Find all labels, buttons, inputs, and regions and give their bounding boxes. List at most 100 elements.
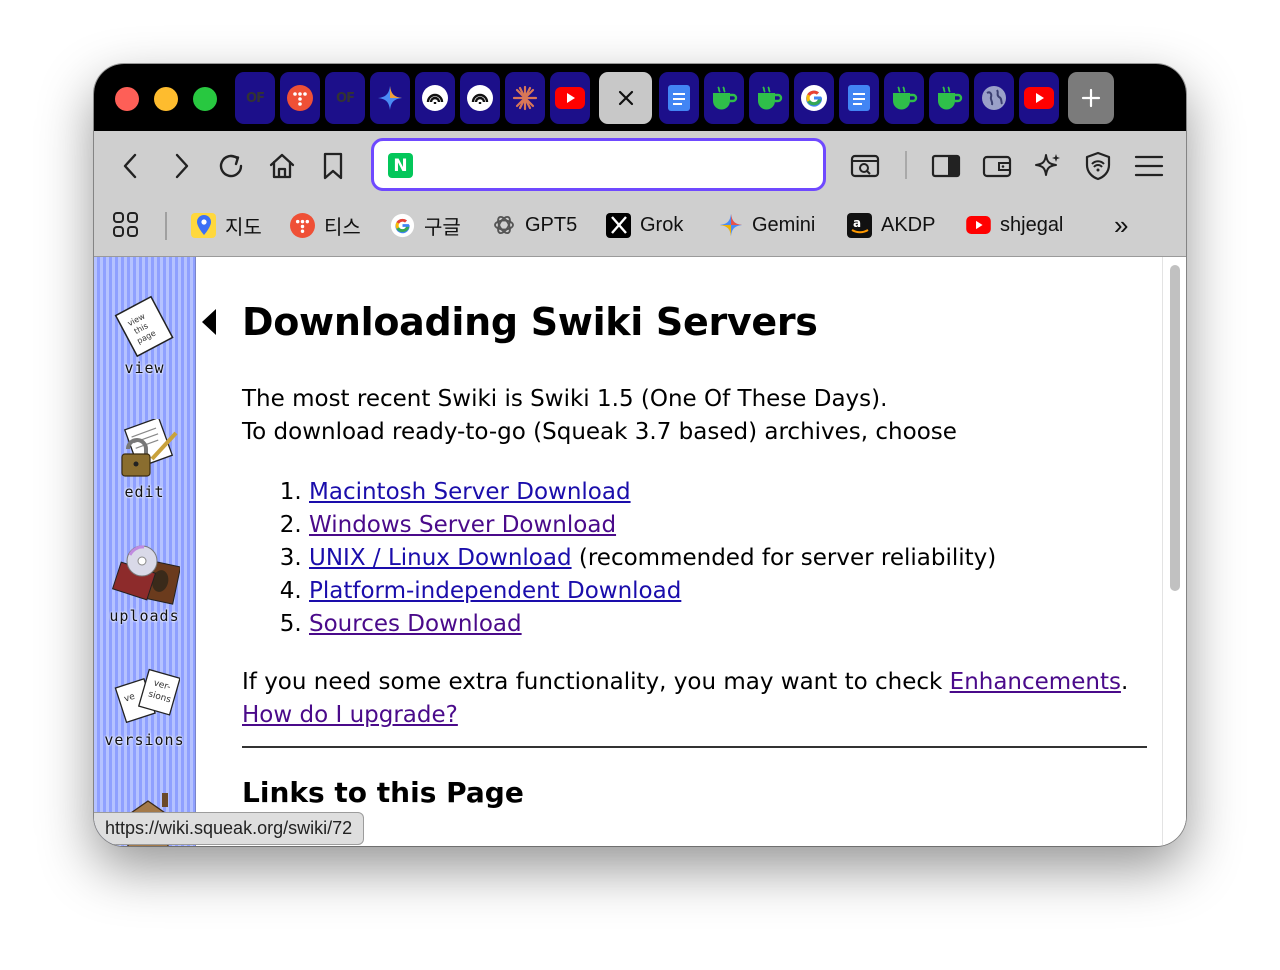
edit-lock-icon — [110, 416, 180, 481]
unix-linux-download-link[interactable]: UNIX / Linux Download — [309, 545, 572, 571]
tab-cup-3[interactable] — [884, 72, 924, 124]
tab-gemini[interactable] — [370, 72, 410, 124]
sidebar-icon — [931, 154, 961, 178]
tab-google[interactable] — [794, 72, 834, 124]
scrollbar-thumb[interactable] — [1170, 265, 1180, 591]
apps-grid-icon — [113, 212, 138, 237]
tistory-icon — [287, 85, 313, 111]
tab-perplexity[interactable] — [415, 72, 455, 124]
new-tab-button[interactable] — [1068, 72, 1114, 124]
swiki-sidebar: view this page view edit uploads ve ver-sio… — [94, 257, 196, 846]
bookmark-gpt5[interactable]: GPT5 — [491, 211, 577, 239]
list-item: Windows Server Download — [309, 509, 996, 542]
sidebar-item-uploads[interactable]: uploads — [94, 543, 195, 625]
url-input[interactable] — [426, 149, 810, 183]
tab-docs-2[interactable] — [839, 72, 879, 124]
chevron-right-icon — [175, 153, 189, 179]
tab-claude[interactable] — [505, 72, 545, 124]
tab-perplexity-2[interactable] — [460, 72, 500, 124]
reader-search-button[interactable] — [849, 150, 881, 182]
map-pin-icon — [191, 212, 216, 238]
toolbar-separator — [905, 151, 907, 179]
forward-button[interactable] — [165, 150, 197, 182]
sidebar-item-view[interactable]: view this page view — [94, 295, 195, 377]
shield-icon — [1085, 151, 1111, 181]
windows-download-link[interactable]: Windows Server Download — [309, 512, 616, 538]
youtube-icon — [1024, 87, 1054, 109]
browser-window: OF OF N 지도 티스 구글 GPT5 Grok Gemini a AKDP… — [94, 64, 1186, 846]
more-bookmarks-button[interactable]: » — [1114, 210, 1128, 240]
bookmark-label: Grok — [640, 213, 684, 236]
enhancements-link[interactable]: Enhancements — [950, 669, 1121, 695]
extra-end: . — [1120, 669, 1129, 695]
sidebar-toggle-button[interactable] — [930, 150, 962, 182]
perplexity-icon — [467, 85, 493, 111]
extra-functionality-text: If you need some extra functionality, yo… — [242, 666, 1128, 699]
bookmark-label: GPT5 — [525, 213, 578, 236]
versions-icon: ve ver-sions — [110, 667, 181, 729]
tab-globe[interactable] — [974, 72, 1014, 124]
bookmark-grok[interactable]: Grok — [606, 211, 683, 239]
of-logo-icon: OF — [336, 90, 355, 106]
bookmark-google[interactable]: 구글 — [390, 211, 461, 239]
tab-youtube[interactable] — [550, 72, 590, 124]
hamburger-menu-icon — [1134, 155, 1164, 177]
bookmark-label: 티스 — [324, 216, 361, 239]
sidebar-item-versions[interactable]: ve ver-sions versions — [94, 667, 195, 749]
bookmark-akdp[interactable]: a AKDP — [847, 211, 935, 239]
openai-icon — [491, 213, 516, 238]
globe-icon — [982, 86, 1006, 110]
tab-docs[interactable] — [659, 72, 699, 124]
perplexity-icon — [422, 85, 448, 111]
ai-assistant-button[interactable] — [1032, 150, 1064, 182]
home-button[interactable] — [266, 150, 298, 182]
bookmark-shjegal[interactable]: shjegal — [966, 211, 1063, 239]
apps-grid-button[interactable] — [111, 211, 141, 239]
address-bar[interactable]: N — [371, 138, 826, 191]
upgrade-link[interactable]: How do I upgrade? — [242, 702, 458, 728]
x-icon — [606, 212, 631, 238]
bookmark-tistory[interactable]: 티스 — [290, 211, 361, 239]
cup-icon — [938, 86, 963, 110]
bookmark-label: shjegal — [1000, 213, 1064, 236]
close-tab-icon[interactable] — [617, 89, 635, 107]
wallet-icon — [982, 155, 1012, 178]
sources-download-link[interactable]: Sources Download — [309, 611, 522, 637]
tab-of[interactable]: OF — [235, 72, 275, 124]
tab-active[interactable] — [599, 72, 652, 124]
tab-cup[interactable] — [704, 72, 744, 124]
tab-tistory[interactable] — [280, 72, 320, 124]
bookmark-label: AKDP — [881, 213, 936, 236]
sidebar-item-label: edit — [124, 483, 165, 501]
cup-icon — [713, 86, 738, 110]
macintosh-download-link[interactable]: Macintosh Server Download — [309, 479, 631, 505]
tab-cup-4[interactable] — [929, 72, 969, 124]
reload-button[interactable] — [215, 150, 247, 182]
sidebar-item-edit[interactable]: edit — [94, 416, 195, 501]
bookmark-button[interactable] — [317, 150, 349, 182]
home-icon — [269, 153, 295, 179]
extra-text: If you need some extra functionality, yo… — [242, 669, 950, 695]
menu-button[interactable] — [1133, 150, 1165, 182]
page-title: Downloading Swiki Servers — [242, 300, 818, 344]
reload-icon — [219, 154, 243, 178]
divider — [242, 746, 1147, 748]
vertical-scrollbar[interactable] — [1162, 257, 1186, 846]
wallet-button[interactable] — [981, 150, 1013, 182]
close-window-button[interactable] — [115, 87, 139, 111]
platform-independent-download-link[interactable]: Platform-independent Download — [309, 578, 681, 604]
back-button[interactable] — [115, 150, 147, 182]
minimize-window-button[interactable] — [154, 87, 178, 111]
tab-youtube-2[interactable] — [1019, 72, 1059, 124]
tab-bar: OF OF — [94, 64, 1186, 131]
tab-cup-2[interactable] — [749, 72, 789, 124]
bookmark-gemini[interactable]: Gemini — [718, 211, 815, 239]
sidebar-item-label: view — [124, 359, 165, 377]
download-list: Macintosh Server Download Windows Server… — [242, 476, 996, 641]
shield-button[interactable] — [1082, 150, 1114, 182]
bookmark-map[interactable]: 지도 — [191, 211, 262, 239]
tab-of-2[interactable]: OF — [325, 72, 365, 124]
amazon-icon: a — [847, 212, 872, 238]
zoom-window-button[interactable] — [193, 87, 217, 111]
collapse-triangle-icon[interactable] — [202, 309, 216, 335]
